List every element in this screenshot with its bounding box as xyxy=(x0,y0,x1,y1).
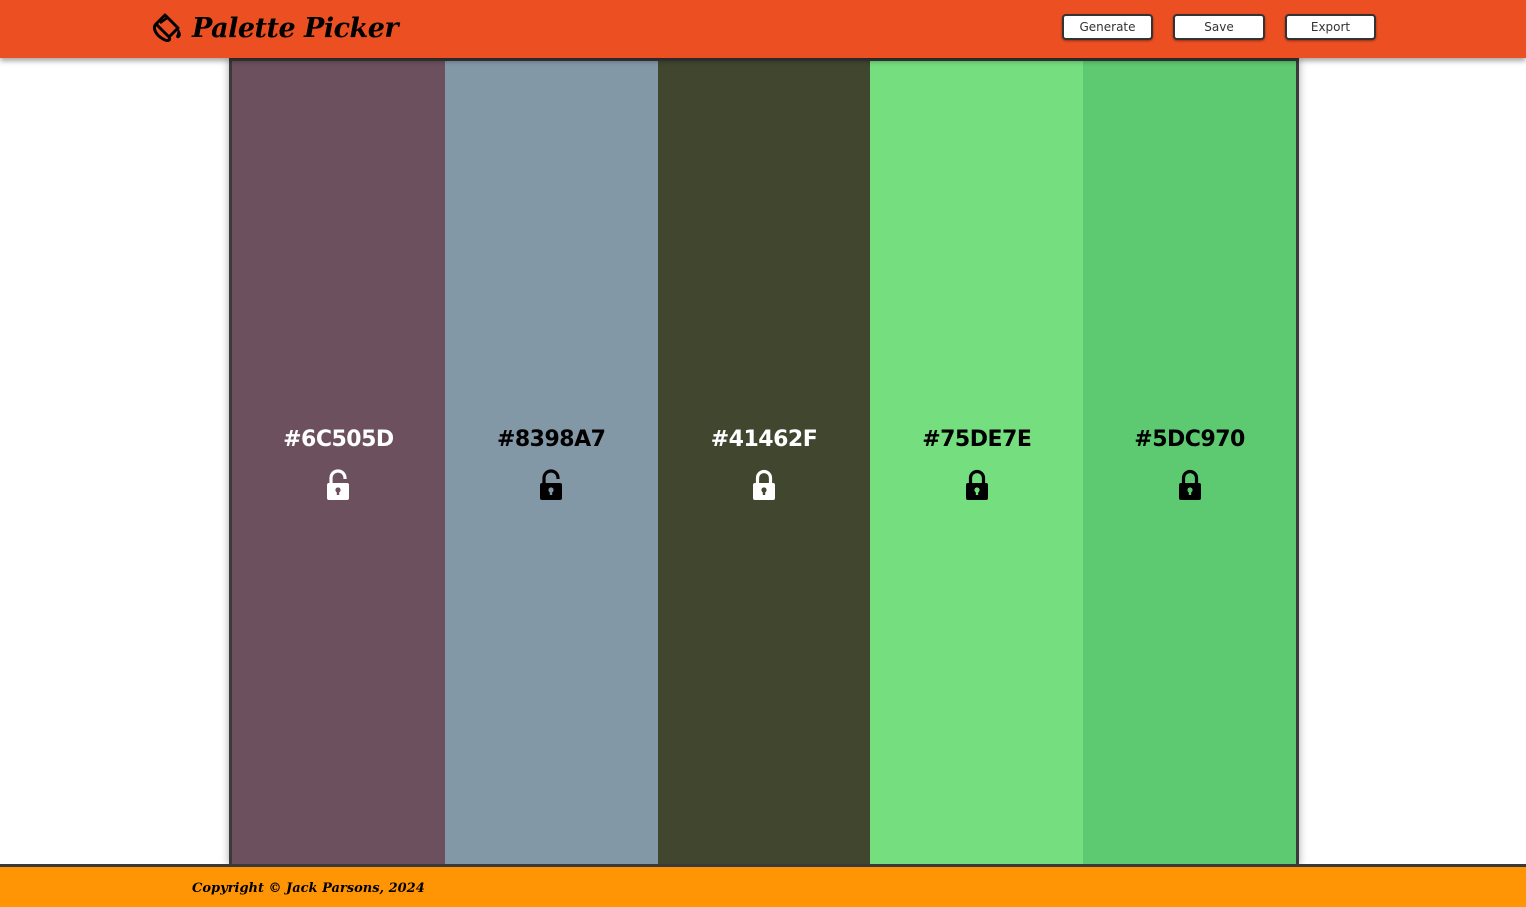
copyright-text: Copyright © Jack Parsons, 2024 xyxy=(192,881,425,896)
app-title: Palette Picker xyxy=(192,12,399,44)
palette: #6C505D #8398A7 #41462F #75DE7E #5DC970 xyxy=(229,58,1299,865)
app-footer: Copyright © Jack Parsons, 2024 xyxy=(0,864,1526,907)
lock-closed-icon[interactable] xyxy=(1178,469,1202,501)
app-header: Palette Picker Generate Save Export xyxy=(0,0,1526,58)
lock-closed-icon[interactable] xyxy=(965,469,989,501)
save-button[interactable]: Save xyxy=(1173,14,1265,40)
color-swatch[interactable]: #5DC970 xyxy=(1083,61,1296,865)
lock-open-icon[interactable] xyxy=(326,469,350,501)
export-button[interactable]: Export xyxy=(1285,14,1376,40)
swatch-hex-code[interactable]: #6C505D xyxy=(232,427,445,452)
lock-open-icon[interactable] xyxy=(539,469,563,501)
color-swatch[interactable]: #75DE7E xyxy=(870,61,1084,865)
lock-closed-icon[interactable] xyxy=(752,469,776,501)
color-swatch[interactable]: #41462F xyxy=(657,61,871,865)
paint-bucket-icon xyxy=(150,11,184,45)
swatch-hex-code[interactable]: #5DC970 xyxy=(1083,427,1296,452)
swatch-hex-code[interactable]: #41462F xyxy=(658,427,871,452)
generate-button[interactable]: Generate xyxy=(1062,14,1153,40)
color-swatch[interactable]: #8398A7 xyxy=(444,61,658,865)
swatch-hex-code[interactable]: #8398A7 xyxy=(445,427,658,452)
brand: Palette Picker xyxy=(150,9,399,47)
swatch-hex-code[interactable]: #75DE7E xyxy=(870,427,1083,452)
color-swatch[interactable]: #6C505D xyxy=(232,61,445,865)
